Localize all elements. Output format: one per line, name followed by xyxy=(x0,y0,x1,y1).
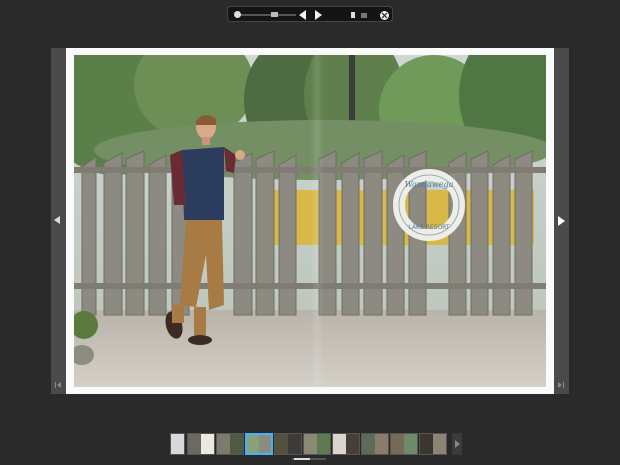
spread-page-icon xyxy=(361,12,367,18)
viewer-toolbar xyxy=(227,6,393,22)
sign-text-line1: Wandawega xyxy=(405,180,454,189)
next-page-button[interactable] xyxy=(312,9,324,21)
chevron-right-icon xyxy=(558,216,565,226)
thumbnail-page[interactable] xyxy=(170,433,185,455)
thumbnail-page[interactable] xyxy=(187,433,215,455)
thumbnail-page[interactable] xyxy=(390,433,418,455)
previous-page-button[interactable] xyxy=(296,9,308,21)
thumbnail-next-button[interactable] xyxy=(452,433,462,455)
triangle-right-icon xyxy=(314,10,322,20)
thumbnail-scrollbar-thumb[interactable] xyxy=(294,458,310,460)
previous-page-bar[interactable] xyxy=(51,48,66,394)
thumbnail-page[interactable] xyxy=(332,433,360,455)
single-page-icon xyxy=(351,12,355,18)
first-page-icon[interactable] xyxy=(55,382,61,388)
triangle-left-icon xyxy=(298,10,306,20)
close-icon xyxy=(379,10,389,20)
page-spine xyxy=(310,55,324,387)
sign-text-line2: LAKE RESORT xyxy=(408,224,449,231)
zoom-slider-handle[interactable] xyxy=(234,11,241,18)
thumbnail-page[interactable] xyxy=(274,433,302,455)
thumbnail-page[interactable] xyxy=(361,433,389,455)
zoom-slider[interactable] xyxy=(238,14,296,16)
spread-photo: Wandawega LAKE RESORT xyxy=(74,55,546,387)
close-button[interactable] xyxy=(378,9,390,21)
thumbnail-page-active[interactable] xyxy=(245,433,273,455)
next-page-bar[interactable] xyxy=(554,48,569,394)
zoom-marker-icon xyxy=(271,12,278,17)
thumbnail-page[interactable] xyxy=(419,433,447,455)
page-spread: Wandawega LAKE RESORT xyxy=(66,48,554,394)
spread-view-button[interactable] xyxy=(358,9,370,21)
last-page-icon[interactable] xyxy=(558,382,564,388)
chevron-left-icon xyxy=(54,216,60,224)
thumbnail-page[interactable] xyxy=(303,433,331,455)
chevron-right-icon xyxy=(454,440,460,448)
thumbnail-scrollbar[interactable] xyxy=(292,458,326,460)
thumbnail-page[interactable] xyxy=(216,433,244,455)
